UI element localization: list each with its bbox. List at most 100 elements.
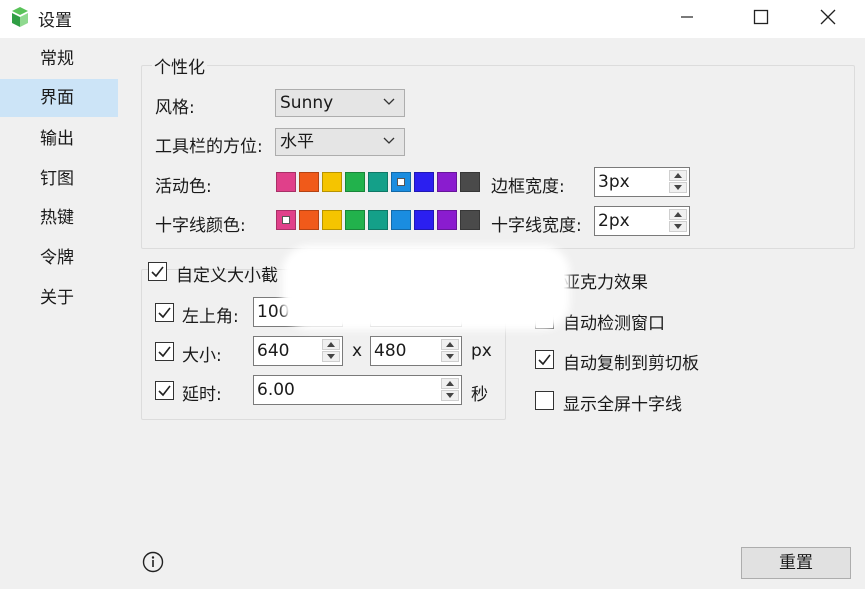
crosshair-color-swatch[interactable] [368, 210, 388, 230]
delay-label: 延时: [182, 385, 222, 405]
crosshair-color-swatch[interactable] [299, 210, 319, 230]
active-color-swatch[interactable] [322, 172, 342, 192]
crosshair-width-value: 2px [598, 211, 630, 231]
width-spinbox[interactable]: 640 [253, 336, 343, 366]
reset-button[interactable]: 重置 [741, 547, 851, 579]
sidebar-item-label: 输出 [40, 129, 74, 149]
size-checkbox[interactable] [155, 342, 174, 361]
active-color-swatch[interactable] [368, 172, 388, 192]
sidebar-item-token[interactable]: 令牌 [0, 239, 118, 277]
sidebar-item-interface[interactable]: 界面 [0, 79, 118, 117]
spin-down-button[interactable] [669, 221, 687, 232]
crosshair-color-swatch[interactable] [391, 210, 411, 230]
spin-up-button[interactable] [441, 339, 459, 350]
personalize-group-title: 个性化 [152, 53, 207, 78]
crosshair-color-label: 十字线颜色: [155, 216, 246, 236]
spin-up-button[interactable] [669, 209, 687, 220]
size-unit: px [471, 341, 492, 361]
triangle-up-icon [674, 173, 682, 178]
sidebar: 常规 界面 输出 钉图 热键 令牌 关于 [0, 38, 132, 589]
triangle-down-icon [674, 224, 682, 229]
close-icon [820, 9, 836, 25]
crosshair-width-spinbox[interactable]: 2px [594, 206, 690, 236]
delay-spinbox[interactable]: 6.00 [253, 375, 462, 405]
sidebar-item-output[interactable]: 输出 [0, 120, 118, 158]
triangle-down-icon [446, 393, 454, 398]
crosshair-color-swatch[interactable] [276, 210, 296, 230]
spin-down-button[interactable] [441, 351, 459, 362]
checkmark-icon [158, 385, 171, 397]
delay-value: 6.00 [257, 380, 295, 400]
custom-size-label: 自定义大小截 [176, 266, 278, 286]
custom-size-checkbox[interactable] [148, 262, 167, 281]
size-separator: x [352, 341, 363, 361]
crosshair-color-swatch[interactable] [345, 210, 365, 230]
sidebar-item-pin[interactable]: 钉图 [0, 160, 118, 198]
delay-checkbox[interactable] [155, 381, 174, 400]
toolbar-position-label: 工具栏的方位: [155, 137, 263, 157]
top-left-label: 左上角: [182, 307, 239, 327]
fullscreen-crosshair-checkbox[interactable] [535, 391, 554, 410]
spin-up-button[interactable] [322, 339, 340, 350]
sidebar-item-general[interactable]: 常规 [0, 40, 118, 78]
crosshair-color-swatch[interactable] [414, 210, 434, 230]
sidebar-item-label: 常规 [40, 49, 74, 69]
active-color-swatch[interactable] [276, 172, 296, 192]
active-color-swatch[interactable] [345, 172, 365, 192]
triangle-up-icon [674, 212, 682, 217]
width-value: 640 [257, 341, 290, 361]
style-label: 风格: [155, 98, 195, 118]
window-title: 设置 [38, 11, 72, 31]
checkmark-icon [538, 354, 551, 366]
crosshair-color-swatch[interactable] [437, 210, 457, 230]
spin-up-button[interactable] [669, 170, 687, 181]
top-left-checkbox[interactable] [155, 303, 174, 322]
title-bar: 设置 [0, 0, 865, 38]
triangle-down-icon [674, 185, 682, 190]
checkmark-icon [151, 266, 164, 278]
maximize-button[interactable] [724, 0, 798, 34]
crosshair-width-label: 十字线宽度: [491, 216, 582, 236]
active-color-swatch[interactable] [391, 172, 411, 192]
triangle-up-icon [446, 381, 454, 386]
auto-detect-window-label: 自动检测窗口 [563, 314, 665, 334]
fullscreen-crosshair-label: 显示全屏十字线 [563, 395, 682, 415]
sidebar-item-about[interactable]: 关于 [0, 279, 118, 317]
crosshair-color-swatch[interactable] [460, 210, 480, 230]
spin-up-button[interactable] [441, 378, 459, 389]
delay-unit: 秒 [471, 385, 488, 405]
active-color-swatch[interactable] [437, 172, 457, 192]
triangle-up-icon [446, 342, 454, 347]
crosshair-color-swatch[interactable] [322, 210, 342, 230]
sidebar-item-label: 热键 [40, 208, 74, 228]
border-width-label: 边框宽度: [491, 177, 565, 197]
crosshair-color-palette [276, 210, 486, 230]
chevron-down-icon [383, 98, 395, 105]
close-button[interactable] [791, 0, 865, 34]
triangle-up-icon [327, 342, 335, 347]
sidebar-item-label: 界面 [40, 88, 74, 108]
border-width-spinbox[interactable]: 3px [594, 167, 690, 197]
acrylic-effect-label: 亚克力效果 [563, 273, 648, 293]
sidebar-item-label: 关于 [40, 288, 74, 308]
info-icon[interactable] [142, 551, 164, 573]
active-color-swatch[interactable] [299, 172, 319, 192]
spin-down-button[interactable] [441, 390, 459, 401]
style-dropdown-value: Sunny [280, 93, 334, 113]
active-color-swatch[interactable] [414, 172, 434, 192]
auto-copy-clipboard-checkbox[interactable] [535, 350, 554, 369]
sidebar-item-hotkeys[interactable]: 热键 [0, 199, 118, 237]
active-color-swatch[interactable] [460, 172, 480, 192]
toolbar-position-value: 水平 [280, 132, 314, 152]
spin-down-button[interactable] [322, 351, 340, 362]
toolbar-position-dropdown[interactable]: 水平 [275, 128, 405, 156]
spin-down-button[interactable] [669, 182, 687, 193]
blur-overlay [282, 245, 570, 330]
height-spinbox[interactable]: 480 [370, 336, 462, 366]
triangle-down-icon [446, 354, 454, 359]
minimize-button[interactable] [650, 0, 724, 34]
checkmark-icon [158, 346, 171, 358]
snipaste-logo-icon [12, 7, 28, 27]
style-dropdown[interactable]: Sunny [275, 89, 405, 117]
sidebar-item-label: 钉图 [40, 169, 74, 189]
